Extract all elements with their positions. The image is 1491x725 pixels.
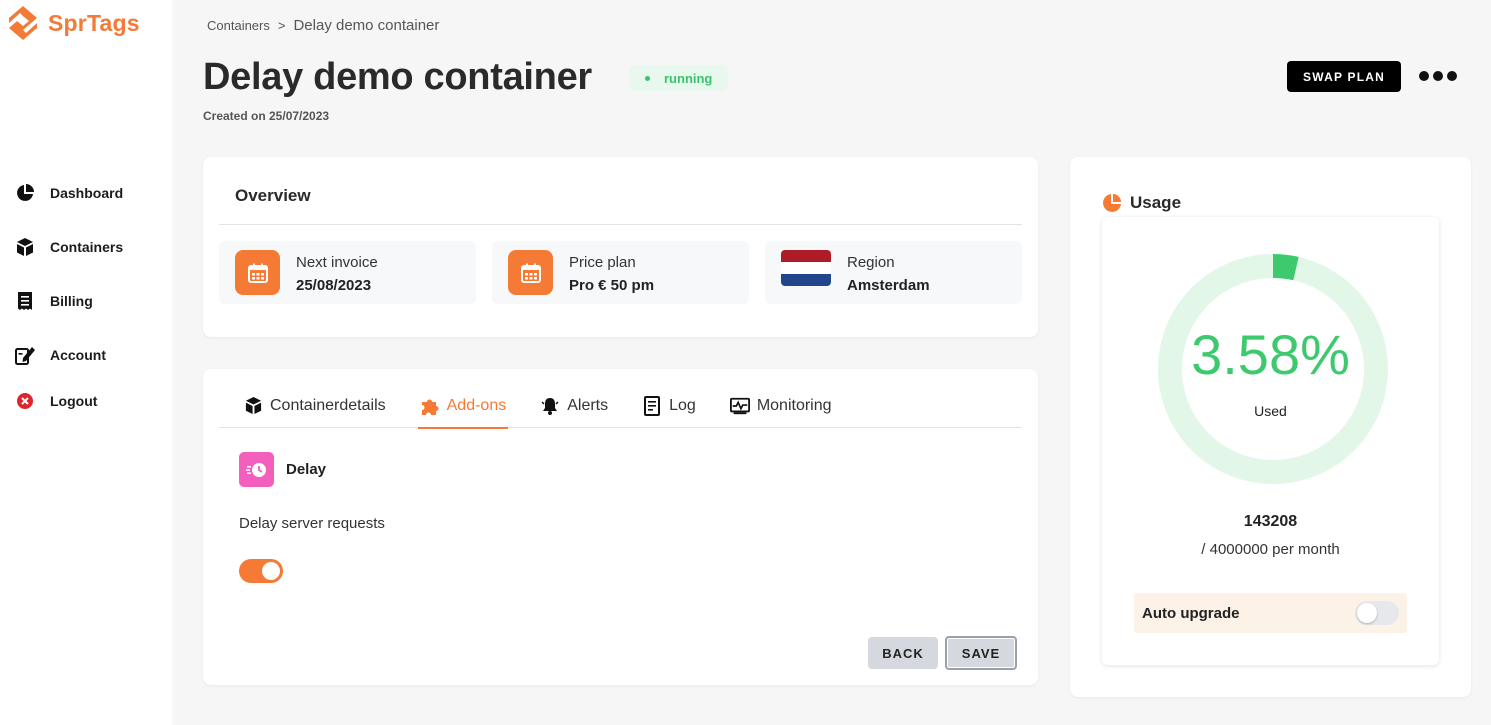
tab-label: Monitoring [756, 396, 832, 414]
logout-circle-icon [14, 390, 36, 412]
delay-toggle[interactable] [239, 559, 283, 583]
sidebar-item-billing[interactable]: Billing [14, 274, 123, 328]
auto-upgrade-row: Auto upgrade [1134, 593, 1407, 633]
usage-percentage: 3.58% [1191, 323, 1350, 386]
logo-text-part1: Spr [48, 9, 87, 36]
next-invoice-box: Next invoice 25/08/2023 [219, 241, 476, 304]
tab-containerdetails[interactable]: Containerdetails [241, 383, 388, 428]
sidebar-item-account[interactable]: Account [14, 328, 123, 382]
netherlands-flag-icon [781, 250, 831, 286]
tab-label: Log [669, 396, 696, 414]
usage-pie-icon [1103, 194, 1121, 212]
auto-upgrade-toggle[interactable] [1355, 601, 1399, 625]
usage-card: Usage 3.58% Used 143208 / 4000000 per mo… [1070, 157, 1471, 697]
tab-log[interactable]: Log [640, 383, 698, 428]
calendar-icon [508, 250, 553, 295]
breadcrumb: Containers > Delay demo container [207, 17, 439, 34]
region-label: Region [847, 254, 895, 271]
box-icon [14, 236, 36, 258]
usage-header: Usage [1102, 193, 1181, 213]
page-title: Delay demo container [203, 56, 592, 98]
status-badge: running [629, 65, 729, 91]
sidebar-item-logout[interactable]: Logout [14, 378, 123, 424]
tab-label: Containerdetails [270, 396, 386, 414]
overview-title: Overview [235, 186, 311, 205]
bell-icon [540, 396, 560, 416]
sprtags-logo-icon [9, 6, 37, 40]
sidebar-item-label: Account [50, 347, 106, 363]
tab-label: Add-ons [446, 396, 507, 414]
container-details-card: Containerdetails Add-ons Alerts Log Moni… [203, 369, 1038, 685]
addon-name: Delay [286, 461, 327, 478]
usage-used-label: Used [1254, 403, 1287, 419]
overview-card: Overview Next invoice 25/08/2023 Price p… [203, 157, 1038, 337]
receipt-icon [14, 290, 36, 312]
sidebar-item-label: Billing [50, 293, 93, 309]
monitor-icon [729, 396, 750, 416]
usage-title: Usage [1130, 193, 1182, 212]
tab-monitoring[interactable]: Monitoring [728, 383, 834, 428]
sidebar-item-label: Containers [50, 239, 124, 255]
sidebar-item-dashboard[interactable]: Dashboard [14, 166, 123, 220]
sidebar-item-label: Logout [50, 393, 98, 409]
save-button[interactable]: SAVE [945, 636, 1017, 670]
sidebar-nav: Dashboard Containers Billing Account Log… [14, 166, 123, 424]
status-dot-icon [645, 75, 650, 81]
document-icon [642, 395, 662, 416]
edit-account-icon [14, 344, 36, 366]
box-icon [243, 396, 263, 416]
calendar-icon [235, 250, 280, 295]
logo[interactable]: SprTags [6, 4, 140, 42]
tab-bar: Containerdetails Add-ons Alerts Log Moni… [219, 383, 1022, 429]
divider [219, 224, 1022, 225]
sidebar-item-label: Dashboard [50, 185, 124, 201]
usage-limit: / 4000000 per month [1201, 541, 1340, 558]
sidebar-item-containers[interactable]: Containers [14, 220, 123, 274]
breadcrumb-current: Delay demo container [293, 17, 440, 34]
tab-label: Alerts [567, 396, 609, 414]
more-dot-icon [1419, 71, 1429, 81]
pie-chart-icon [14, 182, 36, 204]
puzzle-icon [420, 396, 440, 416]
auto-upgrade-label: Auto upgrade [1142, 605, 1240, 622]
tab-alerts[interactable]: Alerts [538, 383, 610, 428]
usage-count: 143208 [1243, 513, 1298, 530]
usage-panel: 3.58% Used 143208 / 4000000 per month Au… [1102, 217, 1439, 665]
price-plan-value: Pro € 50 pm [569, 277, 655, 294]
logo-text-part2: Tags [86, 9, 140, 36]
tab-add-ons[interactable]: Add-ons [417, 383, 509, 429]
gauge-fill [1272, 254, 1299, 281]
swap-plan-button[interactable]: SWAP PLAN [1287, 61, 1401, 92]
logo-text: SprTags [48, 10, 140, 37]
next-invoice-value: 25/08/2023 [296, 277, 372, 294]
more-dot-icon [1447, 71, 1457, 81]
addon-description: Delay server requests [239, 515, 385, 532]
delay-addon-icon [239, 452, 274, 487]
breadcrumb-separator: > [277, 18, 286, 33]
more-options-button[interactable] [1414, 64, 1462, 88]
back-button[interactable]: BACK [868, 637, 938, 669]
region-box: Region Amsterdam [765, 241, 1022, 304]
sidebar: SprTags Dashboard Containers Billing Acc… [0, 0, 172, 725]
next-invoice-label: Next invoice [296, 254, 378, 271]
region-value: Amsterdam [847, 277, 930, 294]
breadcrumb-link-containers[interactable]: Containers [207, 18, 270, 33]
price-plan-box: Price plan Pro € 50 pm [492, 241, 749, 304]
status-text: running [664, 70, 713, 86]
price-plan-label: Price plan [569, 254, 636, 271]
created-date: Created on 25/07/2023 [203, 109, 330, 123]
more-dot-icon [1433, 71, 1443, 81]
